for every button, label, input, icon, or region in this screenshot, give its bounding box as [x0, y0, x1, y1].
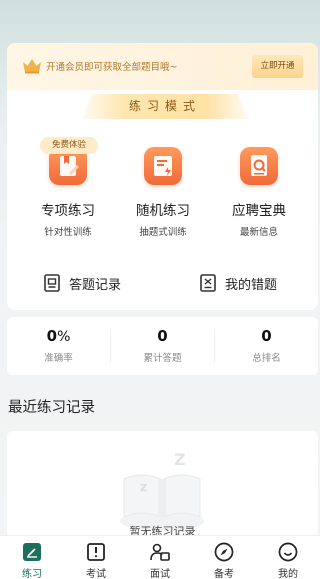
exam-icon [87, 543, 105, 561]
rank-label: 总排名 [252, 353, 281, 364]
recent-practice-card: Z Z Z 暂无练习记录 [7, 431, 318, 541]
practice-mode-banner: 练习模式 [82, 94, 248, 119]
compass-icon [214, 542, 234, 562]
random-doc-icon [144, 147, 182, 185]
total-answers-stat: 0 累计答题 [111, 327, 214, 364]
accuracy-value: 0% [46, 327, 71, 345]
tab-label: 备考 [214, 569, 234, 579]
practice-card: 开通会员即可获取全部题目哦~ 立即开通 练习模式 免费体验 专项练习 针对性训练… [7, 43, 318, 310]
answer-record-link[interactable]: 答题记录 [44, 272, 121, 294]
feature-title: 专项练习 [41, 203, 95, 219]
smile-icon [278, 542, 298, 562]
total-answers-value: 0 [157, 327, 168, 345]
practice-icon [23, 543, 41, 561]
stats-card: 0% 准确率 0 累计答题 0 总排名 [7, 317, 318, 375]
free-trial-badge: 免费体验 [40, 137, 98, 154]
search-book-icon [240, 147, 278, 185]
tab-practice[interactable]: 练习 [0, 536, 64, 579]
vip-bar: 开通会员即可获取全部题目哦~ 立即开通 [7, 43, 318, 90]
rank-stat: 0 总排名 [215, 327, 318, 364]
my-mistakes-link[interactable]: 我的错题 [200, 272, 277, 294]
answer-record-label: 答题记录 [69, 277, 122, 293]
vip-promo-text: 开通会员即可获取全部题目哦~ [46, 62, 178, 73]
record-icon [44, 274, 60, 292]
feature-title: 应聘宝典 [232, 203, 286, 219]
tab-mine[interactable]: 我的 [256, 536, 320, 579]
tab-label: 面试 [150, 569, 170, 579]
accuracy-label: 准确率 [44, 353, 73, 364]
open-vip-button[interactable]: 立即开通 [252, 55, 303, 78]
my-mistakes-label: 我的错题 [225, 277, 278, 293]
svg-text:Z: Z [140, 483, 147, 494]
feature-subtitle: 最新信息 [239, 227, 278, 238]
svg-text:Z: Z [174, 450, 186, 469]
bottom-tab-bar: 练习 考试 面试 备考 我的 [0, 535, 320, 579]
tab-label: 练习 [22, 569, 42, 579]
recent-practice-title: 最近练习记录 [8, 400, 95, 416]
feature-subtitle: 针对性训练 [44, 227, 92, 238]
feature-title: 随机练习 [136, 203, 190, 219]
accuracy-stat: 0% 准确率 [7, 327, 110, 364]
tab-prepare[interactable]: 备考 [192, 536, 256, 579]
rank-value: 0 [261, 327, 272, 345]
interview-icon [150, 543, 170, 561]
tab-label: 考试 [86, 569, 106, 579]
feature-special-practice[interactable]: 专项练习 针对性训练 [19, 147, 117, 238]
tab-exam[interactable]: 考试 [64, 536, 128, 579]
feature-random-practice[interactable]: 随机练习 抽题式训练 [114, 147, 212, 238]
feature-job-guide[interactable]: 应聘宝典 最新信息 [210, 147, 308, 238]
crown-icon [23, 59, 41, 74]
mistakes-icon [200, 274, 216, 292]
empty-book-illustration: Z Z Z [120, 450, 204, 531]
tab-label: 我的 [278, 569, 298, 579]
feature-subtitle: 抽题式训练 [139, 227, 187, 238]
total-answers-label: 累计答题 [143, 353, 182, 364]
tab-interview[interactable]: 面试 [128, 536, 192, 579]
